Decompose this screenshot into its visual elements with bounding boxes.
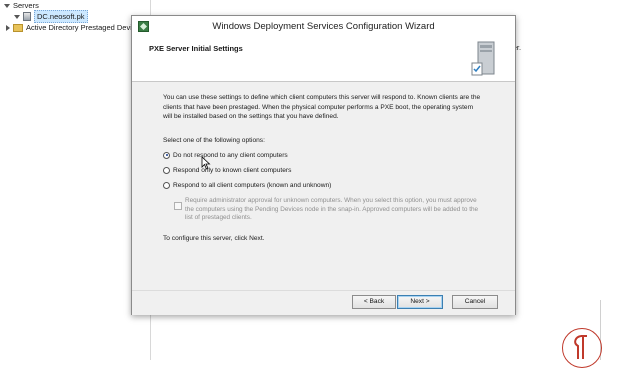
option-do-not-respond[interactable]: Do not respond to any client computers [163, 150, 288, 160]
description-text: You can use these settings to define whi… [163, 94, 481, 120]
approval-checkbox-label: Require administrator approval for unkno… [185, 197, 479, 221]
cancel-button[interactable]: Cancel [452, 295, 498, 309]
expand-arrow-icon[interactable] [6, 24, 10, 31]
logo-icon [562, 328, 602, 368]
option-label: Respond only to known client computers [173, 166, 292, 174]
wizard-content: You can use these settings to define whi… [132, 82, 515, 290]
back-button[interactable]: < Back [352, 295, 396, 309]
radio-button[interactable] [163, 166, 170, 174]
page-title: PXE Server Initial Settings [149, 44, 243, 53]
mouse-cursor-icon [201, 156, 211, 170]
approval-checkbox-row[interactable]: Require administrator approval for unkno… [174, 197, 485, 223]
title-bar[interactable]: Windows Deployment Services Configuratio… [132, 16, 515, 38]
instruction-text: To configure this server, click Next. [163, 235, 265, 242]
expand-arrow-icon[interactable] [14, 14, 20, 19]
next-button[interactable]: Next > [397, 295, 443, 309]
button-bar: < Back Next > Cancel [132, 290, 515, 315]
option-label: Respond to all client computers (known a… [173, 181, 332, 189]
option-respond-all[interactable]: Respond to all client computers (known a… [163, 180, 331, 190]
expand-arrow-icon[interactable] [4, 3, 10, 8]
console-tree: Servers DC.neosoft.pk Active Directory P… [0, 0, 140, 360]
server-tower-icon [471, 41, 495, 76]
wizard-window: Windows Deployment Services Configuratio… [131, 15, 516, 315]
server-icon [23, 12, 31, 21]
option-label: Do not respond to any client computers [173, 151, 288, 159]
window-title: Windows Deployment Services Configuratio… [212, 21, 435, 32]
option-respond-known[interactable]: Respond only to known client computers [163, 165, 291, 175]
options-prompt: Select one of the following options: [163, 137, 265, 144]
folder-icon [13, 23, 23, 32]
radio-button[interactable] [163, 151, 170, 159]
tree-item-label: Active Directory Prestaged Devi [26, 23, 132, 32]
tree-item-prestaged-devices[interactable]: Active Directory Prestaged Devi [6, 22, 132, 33]
wizard-header: PXE Server Initial Settings [132, 38, 515, 82]
tree-item-server[interactable]: DC.neosoft.pk [14, 10, 88, 23]
approval-checkbox[interactable] [174, 202, 182, 210]
radio-button[interactable] [163, 181, 170, 189]
